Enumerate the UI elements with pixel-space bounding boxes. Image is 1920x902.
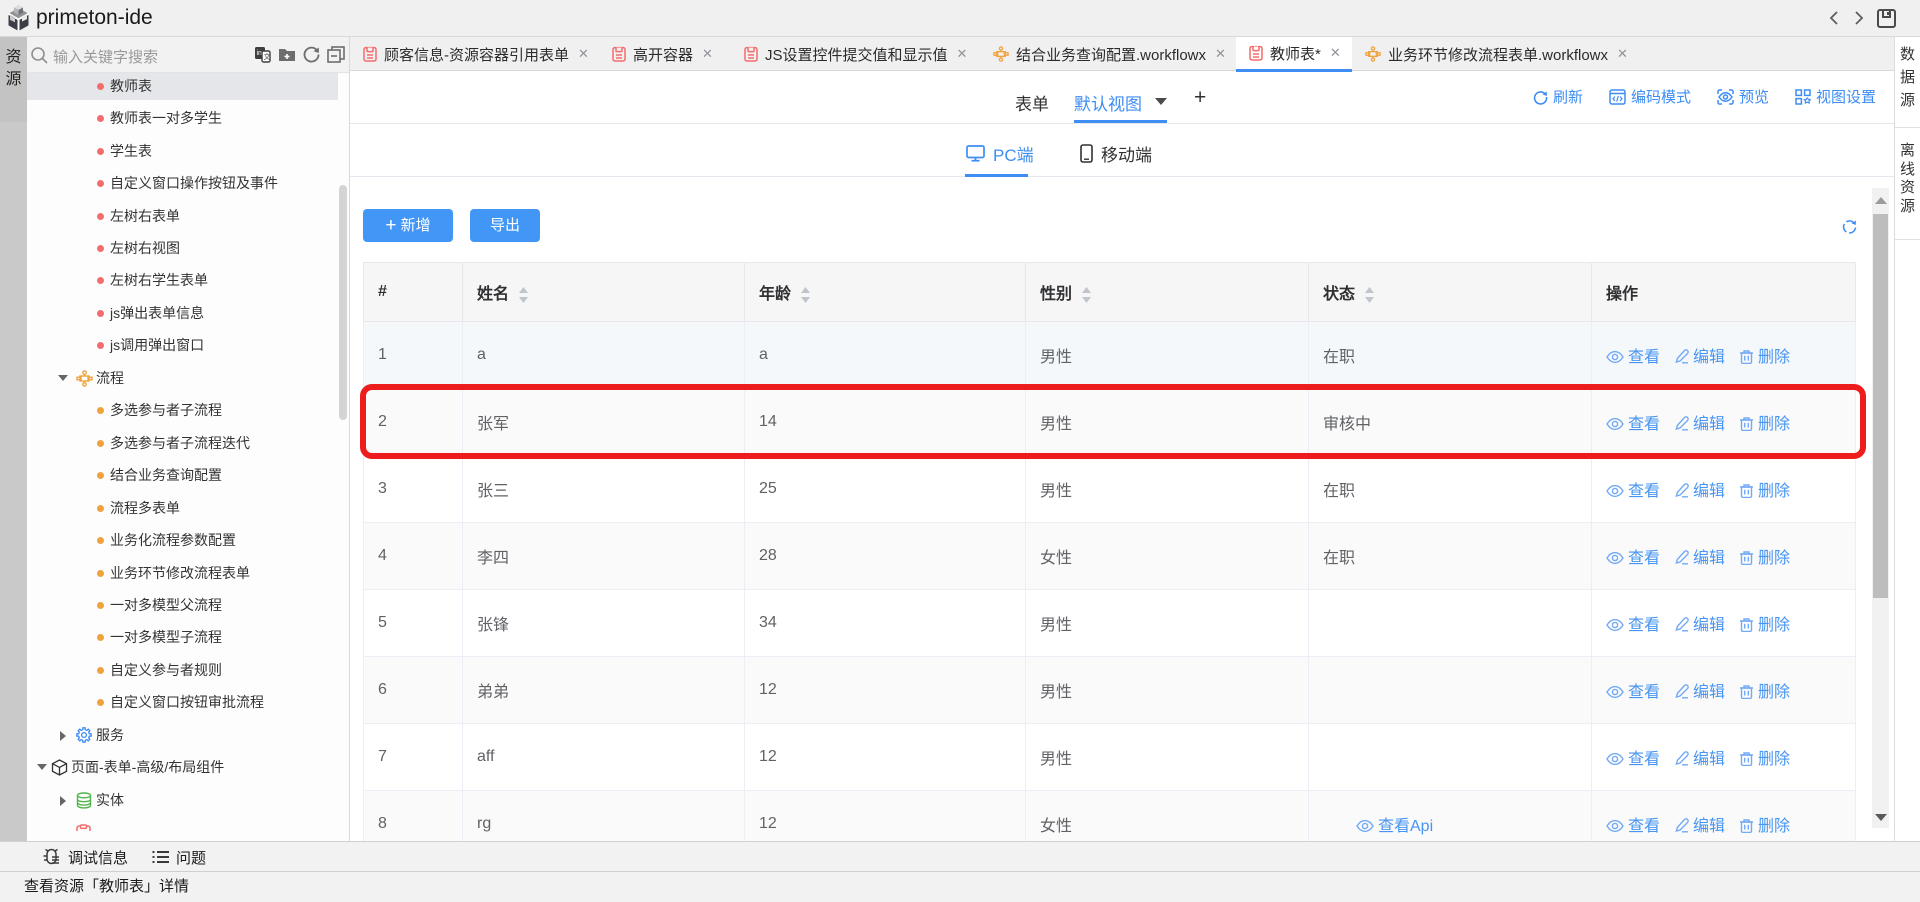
svg-text:文: 文 — [264, 52, 271, 61]
svg-text:in: in — [257, 50, 263, 57]
